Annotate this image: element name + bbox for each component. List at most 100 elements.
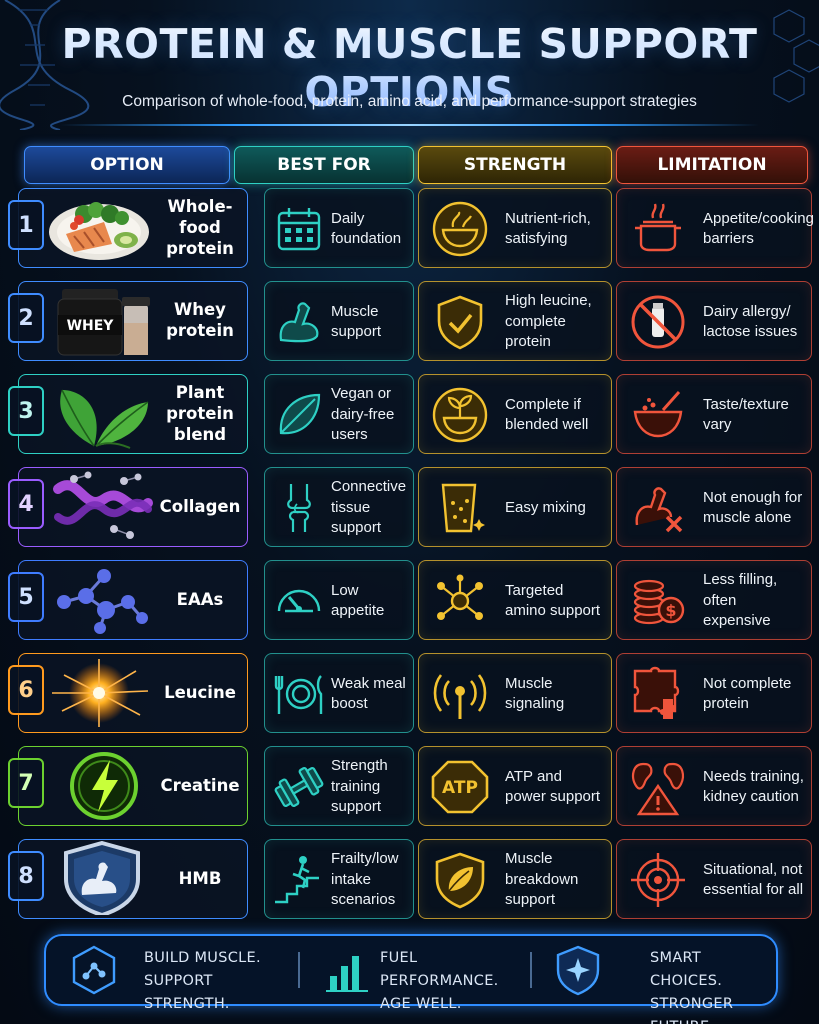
limitation-cell: Situational, not essential for all: [616, 839, 812, 919]
best-for-text: Strength training support: [331, 757, 388, 816]
row-number: 5: [8, 572, 44, 622]
kidney-warning-icon: [632, 762, 684, 816]
strength-text: Complete if blended well: [505, 395, 589, 434]
table-row: 6 Leucine Weak meal boost Muscle signali…: [8, 651, 812, 737]
strength-text: Muscle signaling: [505, 674, 565, 713]
option-name: Creatine: [160, 775, 240, 795]
strength-cell: Easy mixing: [418, 467, 612, 547]
limitation-text: Not complete protein: [703, 674, 792, 713]
shield-arm-image: [64, 841, 140, 915]
footer-text: FUEL PERFORMANCE. AGE WELL.: [380, 950, 499, 1012]
best-for-text: Muscle support: [331, 302, 382, 341]
best-for-cell: Frailty/low intake scenarios: [264, 839, 414, 919]
option-name: EAAs: [176, 589, 224, 609]
whey-tub-image: WHEY: [57, 289, 150, 356]
stairs-climb-icon: [275, 856, 319, 904]
knee-joint-icon: [287, 484, 311, 532]
column-header-strength: STRENGTH: [418, 146, 612, 184]
cooking-pot-icon: [635, 203, 681, 252]
strength-cell: Muscle breakdown support: [418, 839, 612, 919]
strength-text: ATP and power support: [505, 767, 601, 806]
strength-text: Muscle breakdown support: [505, 850, 579, 909]
limitation-cell: Needs training, kidney caution: [616, 746, 812, 826]
molecule-hex-icon: [72, 945, 116, 995]
footer-segment: FUEL PERFORMANCE. AGE WELL.: [308, 936, 528, 1012]
strength-text: Easy mixing: [505, 498, 586, 516]
flexed-arm-icon: [279, 302, 319, 343]
shield-star-icon: [556, 945, 600, 996]
best-for-text: Low appetite: [331, 581, 385, 620]
molecule-image: [57, 569, 148, 634]
row-number: 7: [8, 758, 44, 808]
strength-text: High leucine, complete protein: [505, 292, 592, 351]
limitation-text: Needs training, kidney caution: [703, 767, 804, 806]
table-header: OPTION BEST FOR STRENGTH LIMITATION: [24, 146, 808, 184]
column-header-option: OPTION: [24, 146, 230, 184]
puzzle-icon: [633, 666, 680, 719]
limitation-text: Not enough for muscle alone: [703, 488, 803, 527]
shield-check-icon: [437, 295, 483, 350]
salmon-plate-image: [49, 202, 149, 260]
glass-icon: [441, 483, 485, 533]
food-bowl-icon: [432, 201, 488, 257]
strength-cell: ATP ATP and power support: [418, 746, 612, 826]
strength-text: Targeted amino support: [505, 581, 601, 620]
sprout-bowl-icon: [432, 387, 488, 443]
leaf-icon: [279, 393, 321, 435]
target-icon: [631, 853, 685, 907]
table-row: 2 WHEY Whey protein Muscle support High l…: [8, 279, 812, 365]
row-number: 8: [8, 851, 44, 901]
table-row: 8 HMB Frailty/low intake scenarios Muscl…: [8, 837, 812, 923]
row-number: 6: [8, 665, 44, 715]
best-for-cell: Low appetite: [264, 560, 414, 640]
calendar-icon: [277, 208, 321, 251]
option-name: HMB: [178, 868, 222, 888]
row-number: 3: [8, 386, 44, 436]
table-row: 1 Whole-food protein Daily foundation Nut…: [8, 186, 814, 272]
limitation-cell: Taste/texture vary: [616, 374, 812, 454]
best-for-cell: Muscle support: [264, 281, 414, 361]
row-number: 2: [8, 293, 44, 343]
strength-text: Nutrient-rich, satisfying: [505, 209, 591, 248]
arm-x-icon: [635, 487, 683, 533]
table-row: 7 Creatine Strength training support ATP…: [8, 744, 812, 830]
no-milk-icon: [631, 295, 685, 349]
spark-burst-image: [52, 659, 149, 727]
best-for-text: Vegan or dairy-free users: [331, 385, 395, 444]
best-for-text: Frailty/low intake scenarios: [331, 850, 399, 909]
option-name: Whole-food protein: [166, 196, 234, 258]
mixing-bowl-icon: [633, 391, 683, 438]
page-subtitle: Comparison of whole-food, protein, amino…: [122, 93, 697, 110]
option-name: Whey protein: [166, 300, 234, 340]
strength-cell: High leucine, complete protein: [418, 281, 612, 361]
strength-cell: Targeted amino support: [418, 560, 612, 640]
limitation-cell: $ Less filling, often expensive: [616, 560, 812, 640]
svg-text:$: $: [665, 601, 676, 620]
footer-banner: BUILD MUSCLE. SUPPORT STRENGTH. FUEL PERF…: [44, 934, 778, 1024]
best-for-cell: Connective tissue support: [264, 467, 414, 547]
table-row: 3 Plant protein blend Vegan or dairy-free…: [8, 372, 812, 458]
limitation-cell: Not enough for muscle alone: [616, 467, 812, 547]
row-number: 4: [8, 479, 44, 529]
table-row: 5 EAAs Low appetite Targeted amino suppo…: [8, 558, 812, 644]
row-number: 1: [8, 200, 44, 250]
lightning-circle-image: [70, 752, 138, 820]
footer-divider: [530, 952, 532, 988]
footer-divider: [298, 952, 300, 988]
option-name: Plant protein blend: [166, 382, 234, 444]
footer-segment: BUILD MUSCLE. SUPPORT STRENGTH.: [46, 936, 296, 1012]
strength-cell: Muscle signaling: [418, 653, 612, 733]
best-for-cell: Weak meal boost: [264, 653, 414, 733]
strength-cell: Nutrient-rich, satisfying: [418, 188, 612, 268]
limitation-text: Dairy allergy/ lactose issues: [703, 302, 798, 341]
limitation-text: Appetite/cooking barriers: [703, 209, 814, 248]
footer-text: SMART CHOICES.STRONGER FUTURE.: [650, 950, 734, 1024]
footer-text: BUILD MUSCLE. SUPPORT STRENGTH.: [144, 950, 261, 1012]
atp-badge-icon: ATP: [431, 760, 489, 814]
limitation-text: Less filling, often expensive: [703, 571, 778, 630]
footer-segment: SMART CHOICES.STRONGER FUTURE.: [540, 936, 776, 1024]
whey-label: WHEY: [67, 318, 115, 334]
limitation-text: Situational, not essential for all: [703, 860, 804, 899]
network-icon: [437, 574, 483, 620]
bar-chart-icon: [326, 956, 368, 992]
